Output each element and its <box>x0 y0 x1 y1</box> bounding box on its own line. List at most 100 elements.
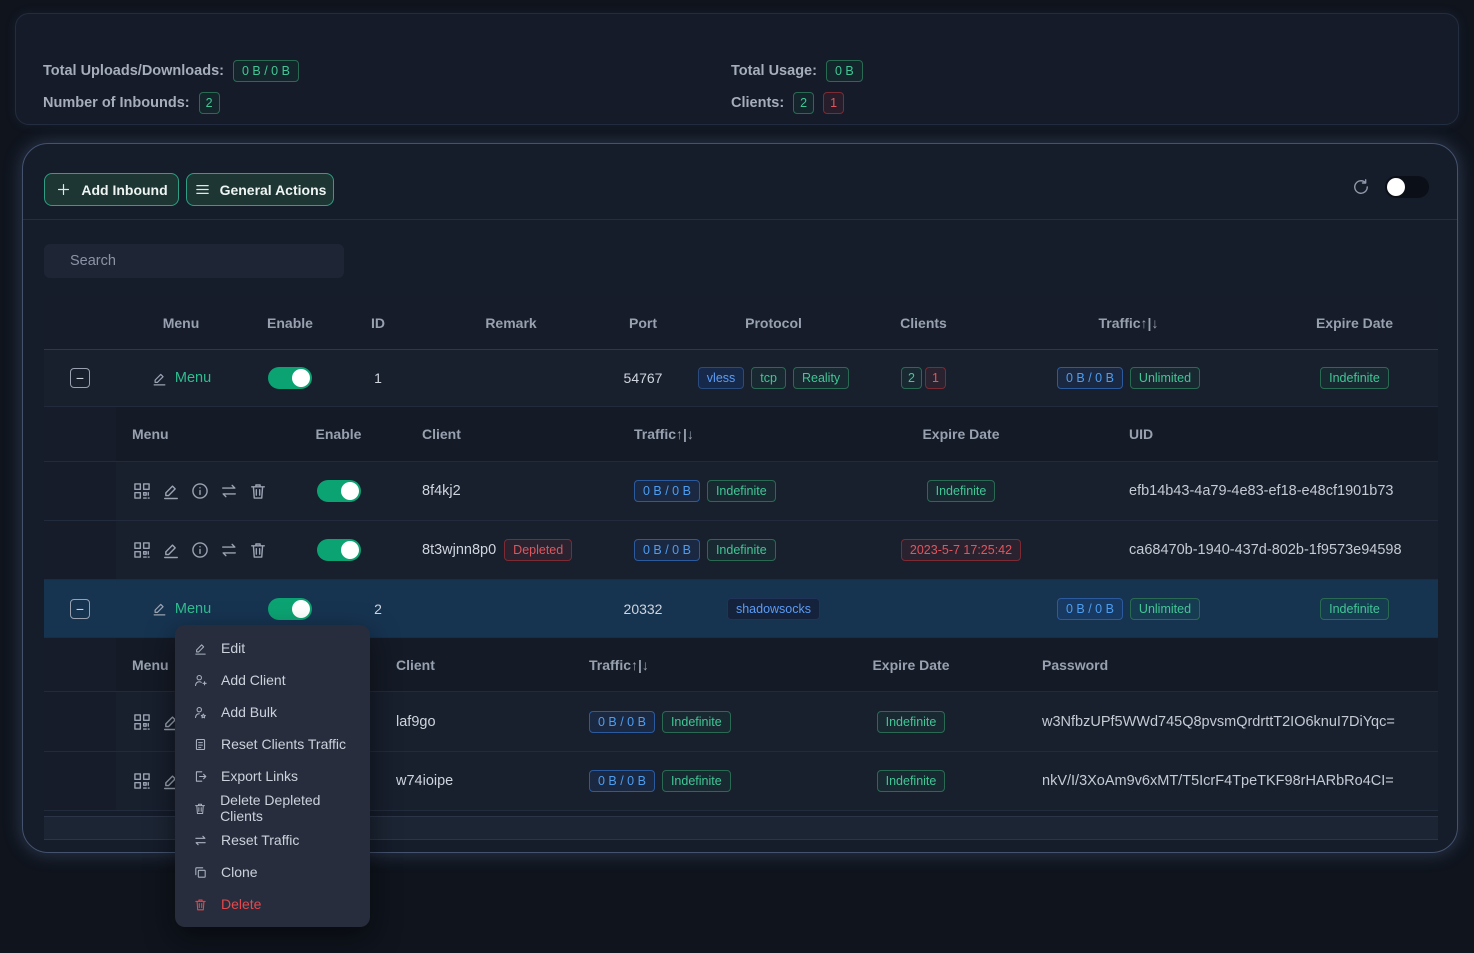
expire-badge: Indefinite <box>1320 598 1389 620</box>
inbound-port: 54767 <box>600 350 686 406</box>
menu-item-label: Delete Depleted Clients <box>220 792 358 824</box>
menu-item-export-links[interactable]: Export Links <box>175 760 370 792</box>
export-icon <box>193 769 208 784</box>
qr-code-icon[interactable] <box>132 771 152 791</box>
menu-item-label: Reset Clients Traffic <box>221 736 346 752</box>
refresh-icon[interactable] <box>1351 177 1371 197</box>
auto-refresh-toggle[interactable] <box>1385 176 1429 198</box>
qr-code-icon[interactable] <box>132 481 152 501</box>
clients-active-badge: 2 <box>901 367 922 389</box>
client-name: 8t3wjnn8p0 <box>422 542 496 558</box>
menu-item-reset-clients-traffic[interactable]: Reset Clients Traffic <box>175 728 370 760</box>
client-enable-toggle[interactable] <box>317 539 361 561</box>
collapse-row-button[interactable]: − <box>70 599 90 619</box>
trash-icon <box>193 801 207 816</box>
edit-icon[interactable] <box>161 540 181 560</box>
reset-traffic-icon[interactable] <box>219 540 239 560</box>
edit-icon[interactable] <box>161 481 181 501</box>
qr-code-icon[interactable] <box>132 540 152 560</box>
inbound-port: 20332 <box>600 580 686 637</box>
traffic-badge: 0 B / 0 B <box>589 770 655 792</box>
document-icon <box>193 737 208 752</box>
client-name: laf9go <box>396 714 436 730</box>
id-header: ID <box>334 296 422 349</box>
plus-icon <box>55 181 72 198</box>
qr-code-icon[interactable] <box>132 712 152 732</box>
inbound-menu-button[interactable]: Menu <box>151 600 211 617</box>
inbound-enable-toggle[interactable] <box>268 598 312 620</box>
stat-value-badge: 0 B <box>826 60 863 82</box>
menu-item-add-client[interactable]: Add Client <box>175 664 370 696</box>
traffic-limit-badge: Indefinite <box>662 711 731 733</box>
traffic-badge: 0 B / 0 B <box>1057 367 1123 389</box>
client-enable-toggle[interactable] <box>317 480 361 502</box>
protocol-header: Protocol <box>686 296 861 349</box>
traffic-tags: 0 B / 0 B Indefinite <box>589 770 731 792</box>
menu-item-label: Export Links <box>221 768 298 784</box>
subtable-spacer <box>44 692 116 751</box>
expire-date-header: Expire Date <box>1271 296 1438 349</box>
traffic-limit-badge: Indefinite <box>707 480 776 502</box>
table-header-row: Menu Enable ID Remark Port Protocol Clie… <box>44 296 1438 350</box>
protocol-tag: tcp <box>751 367 786 389</box>
protocol-tag: Reality <box>793 367 849 389</box>
delete-icon[interactable] <box>248 540 268 560</box>
stats-card: Total Uploads/Downloads: 0 B / 0 B Numbe… <box>15 13 1459 125</box>
stats-left-column: Total Uploads/Downloads: 0 B / 0 B Numbe… <box>43 60 299 114</box>
delete-icon[interactable] <box>248 481 268 501</box>
sub-traffic-header[interactable]: Traffic↑|↓ <box>586 407 831 461</box>
stat-label: Clients: <box>731 95 784 111</box>
stat-label: Number of Inbounds: <box>43 95 190 111</box>
inbound-remark <box>422 580 600 637</box>
menu-item-clone[interactable]: Clone <box>175 856 370 888</box>
toggle-knob <box>341 482 359 500</box>
client-name: w74ioipe <box>396 773 453 789</box>
traffic-limit-badge: Unlimited <box>1130 598 1200 620</box>
info-icon[interactable] <box>190 481 210 501</box>
client-uid: ca68470b-1940-437d-802b-1f9573e94598 <box>1129 542 1402 558</box>
menu-item-delete[interactable]: Delete <box>175 888 370 920</box>
toggle-knob <box>1387 178 1405 196</box>
general-actions-button[interactable]: General Actions <box>186 173 334 206</box>
expire-badge: 2023-5-7 17:25:42 <box>901 539 1021 561</box>
sub-traffic-header[interactable]: Traffic↑|↓ <box>561 638 811 691</box>
inbound-menu-button[interactable]: Menu <box>151 370 211 387</box>
traffic-badge: 0 B / 0 B <box>634 480 700 502</box>
menu-item-reset-traffic[interactable]: Reset Traffic <box>175 824 370 856</box>
menu-item-add-bulk[interactable]: Add Bulk <box>175 696 370 728</box>
traffic-badge: 0 B / 0 B <box>589 711 655 733</box>
menu-header: Menu <box>116 296 246 349</box>
client-uid: efb14b43-4a79-4e83-ef18-e48cf1901b73 <box>1129 483 1393 499</box>
reset-traffic-icon[interactable] <box>219 481 239 501</box>
add-inbound-button[interactable]: Add Inbound <box>44 173 179 206</box>
clients-active-badge: 2 <box>793 92 814 114</box>
traffic-limit-badge: Indefinite <box>662 770 731 792</box>
sub-client-header: Client <box>376 638 561 691</box>
clients-header: Clients <box>861 296 986 349</box>
traffic-badge: 0 B / 0 B <box>1057 598 1123 620</box>
stat-label: Total Usage: <box>731 63 817 79</box>
client-row: 8t3wjnn8p0 Depleted 0 B / 0 B Indefinite… <box>44 521 1438 580</box>
remark-header: Remark <box>422 296 600 349</box>
inbound-enable-toggle[interactable] <box>268 367 312 389</box>
copy-icon <box>193 865 208 880</box>
clients-depleted-badge: 1 <box>823 92 844 114</box>
stat-clients: Clients: 2 1 <box>731 92 863 114</box>
expire-badge: Indefinite <box>877 711 946 733</box>
sub-uid-header: UID <box>1091 407 1423 461</box>
client-count-badges <box>861 580 986 637</box>
menu-item-label: Clone <box>221 864 258 880</box>
stat-label: Total Uploads/Downloads: <box>43 63 224 79</box>
search-input[interactable] <box>44 244 344 278</box>
toggle-knob <box>341 541 359 559</box>
traffic-sort-header[interactable]: Traffic↑|↓ <box>986 296 1271 349</box>
menu-item-edit[interactable]: Edit <box>175 632 370 664</box>
collapse-row-button[interactable]: − <box>70 368 90 388</box>
stat-value-badge: 0 B / 0 B <box>233 60 299 82</box>
sub-password-header: Password <box>1011 638 1423 691</box>
menu-item-delete-depleted-clients[interactable]: Delete Depleted Clients <box>175 792 370 824</box>
toggle-knob <box>292 600 310 618</box>
info-icon[interactable] <box>190 540 210 560</box>
stat-total-usage: Total Usage: 0 B <box>731 60 863 82</box>
depleted-badge: Depleted <box>504 539 572 561</box>
